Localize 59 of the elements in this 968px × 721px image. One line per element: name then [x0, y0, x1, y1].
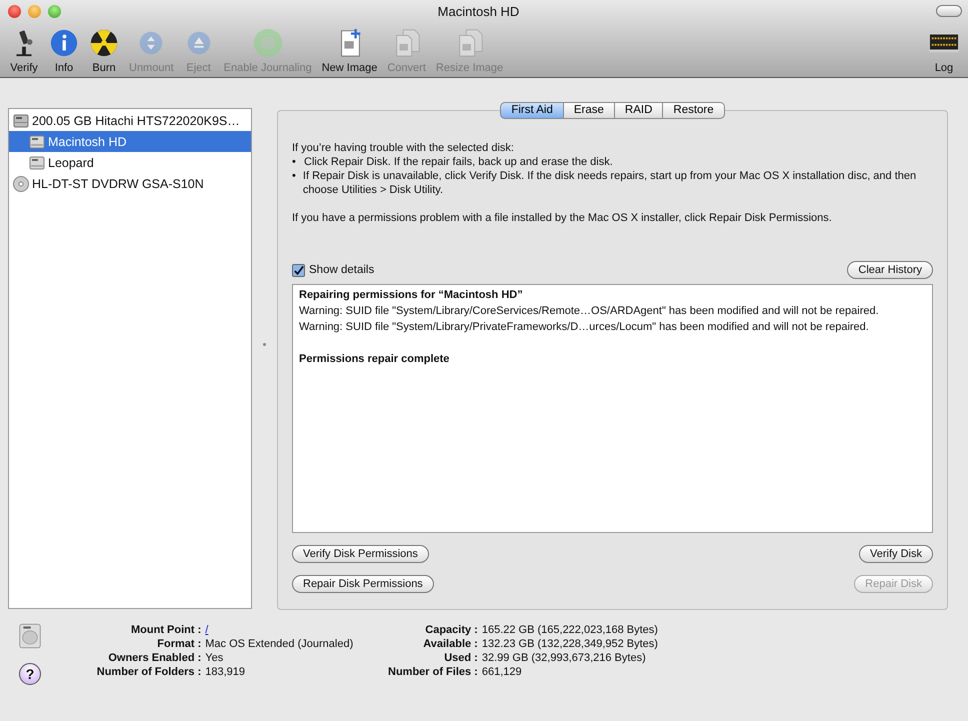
mount-point-link[interactable]: /: [205, 623, 380, 637]
disc-icon: [13, 176, 29, 192]
drive-icon: [252, 28, 283, 58]
close-button[interactable]: [8, 4, 21, 18]
log-button[interactable]: Log: [926, 31, 962, 74]
info-value: 132.23 GB (132,228,349,952 Bytes): [482, 637, 658, 651]
log-line: Warning: SUID file "System/Library/CoreServices/Remote…OS/ARDAgent" has been modified and will not be repaired.: [299, 304, 880, 319]
info-icon: [49, 28, 79, 58]
info-value: 661,129: [482, 665, 523, 679]
info-value: 32.99 GB (32,993,673,216 Bytes): [482, 651, 647, 665]
toolbar-button[interactable]: New Image: [318, 28, 380, 74]
log-heading: Repairing permissions for “Macintosh HD”: [299, 288, 524, 303]
hard-drive-icon: [19, 623, 41, 649]
instruction-item: If Repair Disk is unavailable, click Verify Disk. If the disk needs repairs, start up from your Mac OS X installation disc, and then choose Utilities > Disk Utility.: [302, 169, 918, 197]
clear-history-button[interactable]: Clear History: [847, 261, 933, 279]
tab[interactable]: RAID: [614, 102, 664, 119]
hard-drive-icon: [29, 134, 45, 150]
tab[interactable]: First Aid: [500, 102, 564, 119]
disk-list-item[interactable]: Macintosh HD: [9, 131, 251, 152]
log-heading: Permissions repair complete: [299, 352, 450, 367]
info-value: 165.22 GB (165,222,023,168 Bytes): [482, 623, 658, 637]
radiation-icon: [89, 28, 119, 58]
toolbar-button[interactable]: Burn: [86, 28, 122, 74]
info-label: Available :: [422, 637, 478, 651]
toolbar-toggle-button[interactable]: [936, 5, 962, 17]
bullet: •: [292, 169, 297, 184]
info-label: Owners Enabled :: [107, 651, 202, 665]
hard-drive-icon: [29, 154, 45, 170]
toolbar-button[interactable]: Info: [46, 28, 82, 74]
info-label: Capacity :: [424, 623, 478, 637]
tab[interactable]: Restore: [663, 102, 725, 119]
permissions-note: If you have a permissions problem with a file installed by the Mac OS X installer, click Repair Disk Permissions.: [292, 211, 833, 225]
action-button[interactable]: Verify Disk Permissions: [292, 545, 429, 563]
checkbox[interactable]: [292, 264, 305, 276]
info-label: Mount Point :: [130, 623, 202, 637]
log-line: Warning: SUID file "System/Library/PrivateFrameworks/D…urces/Locum" has been modified and will not be repaired.: [299, 320, 870, 335]
info-value: Mac OS Extended (Journaled): [205, 637, 354, 651]
info-label: Format :: [156, 637, 202, 651]
zoom-button[interactable]: [48, 4, 61, 18]
disk-list-item[interactable]: 200.05 GB Hitachi HTS722020K9S…: [9, 110, 251, 131]
instruction-item: Click Repair Disk. If the repair fails, back up and erase the disk.: [304, 155, 613, 169]
help-button[interactable]: ?: [19, 663, 41, 685]
info-label: Number of Folders :: [96, 665, 202, 679]
checkbox-label: Show details: [309, 264, 374, 276]
window-title: Macintosh HD: [436, 4, 520, 18]
action-button[interactable]: Repair Disk Permissions: [292, 575, 434, 593]
info-label: Number of Files :: [388, 665, 478, 679]
disk-list-item[interactable]: HL-DT-ST DVDRW GSA-S10N: [9, 173, 251, 194]
action-button[interactable]: Verify Disk: [859, 545, 933, 563]
info-value: Yes: [205, 651, 224, 665]
info-value: 183,919: [205, 665, 246, 679]
instructions-text: If you’re having trouble with the selected disk:: [292, 141, 515, 155]
splitter-handle[interactable]: [263, 343, 266, 346]
bullet: •: [292, 155, 297, 169]
hard-drive-icon: [13, 112, 29, 128]
info-label: Used :: [443, 651, 478, 665]
toolbar-button[interactable]: Verify: [6, 28, 42, 74]
disk-list-item[interactable]: Leopard: [9, 152, 251, 173]
tab[interactable]: Erase: [564, 102, 615, 119]
